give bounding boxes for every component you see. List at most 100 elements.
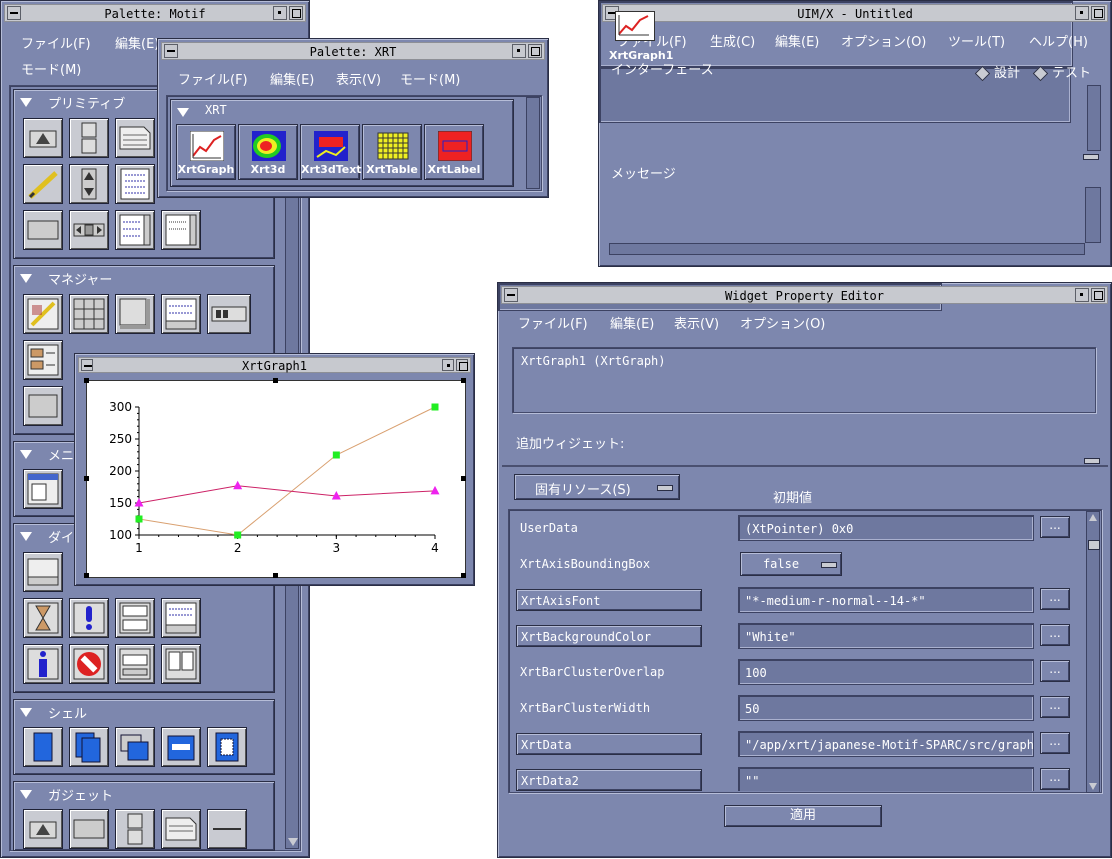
- dialog-shell-icon[interactable]: [161, 727, 201, 767]
- property-ellipsis-button[interactable]: ...: [1040, 660, 1070, 682]
- cascade-button-gadget-icon[interactable]: [161, 809, 201, 849]
- list-widget-icon[interactable]: [115, 164, 155, 204]
- selection-handle[interactable]: [273, 378, 278, 383]
- property-value-input[interactable]: "/app/xrt/japanese-Motif-SPARC/src/graph…: [738, 731, 1034, 757]
- prompt-dialog-icon[interactable]: [161, 598, 201, 638]
- property-value-input[interactable]: "*-medium-r-normal--14-*": [738, 587, 1034, 613]
- selection-dialog-icon[interactable]: [115, 598, 155, 638]
- frame-widget-icon[interactable]: [23, 386, 63, 426]
- mode-test-radio[interactable]: テスト: [1032, 62, 1091, 82]
- scrolled-list-icon[interactable]: [161, 210, 201, 250]
- property-option-menu[interactable]: false: [740, 552, 842, 576]
- push-button-icon[interactable]: [23, 210, 63, 250]
- menu-file[interactable]: ファイル(F): [518, 313, 588, 332]
- maximize-button[interactable]: [1091, 6, 1105, 20]
- property-name[interactable]: XrtAxisFont: [516, 589, 702, 611]
- application-shell-icon[interactable]: [23, 727, 63, 767]
- menu-options[interactable]: オプション(O): [841, 31, 926, 50]
- expand-triangle-icon[interactable]: [20, 450, 32, 459]
- maximize-button[interactable]: [289, 6, 303, 20]
- working-dialog-icon[interactable]: [23, 598, 63, 638]
- warning-dialog-icon[interactable]: [69, 598, 109, 638]
- xrt-label-button[interactable]: XrtLabel: [424, 124, 484, 180]
- graph-titlebar[interactable]: XrtGraph1: [78, 357, 471, 373]
- menu-edit[interactable]: 編集(E): [775, 31, 819, 50]
- question-dialog-icon[interactable]: [115, 644, 155, 684]
- xrt-graph-button[interactable]: XrtGraph: [176, 124, 236, 180]
- property-value-input[interactable]: 50: [738, 695, 1034, 721]
- property-value-input[interactable]: (XtPointer) 0x0: [738, 515, 1034, 541]
- message-dialog-icon[interactable]: [23, 552, 63, 592]
- menu-view[interactable]: 表示(V): [674, 313, 719, 332]
- palette-xrt-titlebar[interactable]: Palette: XRT: [161, 42, 545, 60]
- window-menu-button[interactable]: [7, 6, 21, 20]
- file-selection-dialog-icon[interactable]: [161, 644, 201, 684]
- minimize-button[interactable]: [273, 6, 287, 20]
- menu-help[interactable]: ヘルプ(H): [1029, 31, 1088, 50]
- window-menu-button[interactable]: [164, 44, 178, 58]
- selection-handle[interactable]: [273, 573, 278, 578]
- palette-motif-titlebar[interactable]: Palette: Motif: [4, 4, 306, 22]
- override-shell-icon[interactable]: [207, 727, 247, 767]
- message-vscrollbar[interactable]: [1085, 187, 1101, 243]
- property-ellipsis-button[interactable]: ...: [1040, 768, 1070, 790]
- error-dialog-icon[interactable]: [69, 644, 109, 684]
- minimize-button[interactable]: [442, 359, 454, 371]
- xrt-table-button[interactable]: XrtTable: [362, 124, 422, 180]
- graph-canvas[interactable]: 100 150 200 250 300 1 2 3 4: [86, 380, 466, 578]
- interface-scrollbar[interactable]: [1087, 85, 1101, 151]
- apply-button[interactable]: 適用: [724, 805, 882, 827]
- property-ellipsis-button[interactable]: ...: [1040, 588, 1070, 610]
- menu-options[interactable]: オプション(O): [740, 313, 825, 332]
- expand-triangle-icon[interactable]: [20, 274, 32, 283]
- palette-xrt-scrollbar[interactable]: [526, 97, 540, 189]
- label-widget-icon[interactable]: [23, 118, 63, 158]
- label-gadget-icon[interactable]: [23, 809, 63, 849]
- maximize-button[interactable]: [456, 359, 468, 371]
- uimx-titlebar[interactable]: UIM/X - Untitled: [602, 4, 1108, 22]
- selection-handle[interactable]: [461, 476, 466, 481]
- information-dialog-icon[interactable]: [23, 644, 63, 684]
- expand-triangle-icon[interactable]: [177, 108, 189, 117]
- scrolled-window-icon[interactable]: [161, 294, 201, 334]
- xrtgraph1-item-icon[interactable]: [615, 11, 655, 41]
- minimize-button[interactable]: [1075, 288, 1089, 302]
- selection-handle[interactable]: [84, 378, 89, 383]
- selection-handle[interactable]: [461, 378, 466, 383]
- menu-bar-icon[interactable]: [23, 469, 63, 509]
- menu-tools[interactable]: ツール(T): [948, 31, 1005, 50]
- property-ellipsis-button[interactable]: ...: [1040, 732, 1070, 754]
- property-value-input[interactable]: "": [738, 767, 1034, 791]
- mode-design-radio[interactable]: 設計: [974, 62, 1020, 82]
- selection-handle[interactable]: [461, 573, 466, 578]
- xrt-3d-button[interactable]: Xrt3d: [238, 124, 298, 180]
- property-name[interactable]: XrtData: [516, 733, 702, 755]
- drawing-area-icon[interactable]: [23, 164, 63, 204]
- command-widget-icon[interactable]: [207, 294, 251, 334]
- separator-gadget-icon[interactable]: [207, 809, 247, 849]
- selection-handle[interactable]: [84, 573, 89, 578]
- pane-sash[interactable]: [1084, 458, 1100, 464]
- row-column-icon[interactable]: [69, 294, 109, 334]
- xrt-3dtext-button[interactable]: Xrt3dText: [300, 124, 362, 180]
- property-value-input[interactable]: "White": [738, 623, 1034, 649]
- toggle-button-gadget-icon[interactable]: [115, 809, 155, 849]
- push-button-gadget-icon[interactable]: [69, 809, 109, 849]
- selection-handle[interactable]: [84, 476, 89, 481]
- menu-edit[interactable]: 編集(E): [610, 313, 654, 332]
- transient-shell-icon[interactable]: [115, 727, 155, 767]
- properties-scrollbar[interactable]: [1086, 511, 1100, 793]
- text-widget-icon[interactable]: [115, 118, 155, 158]
- minimize-button[interactable]: [512, 44, 526, 58]
- expand-triangle-icon[interactable]: [20, 708, 32, 717]
- property-value-input[interactable]: 100: [738, 659, 1034, 685]
- menu-mode[interactable]: モード(M): [400, 69, 460, 88]
- expand-triangle-icon[interactable]: [20, 790, 32, 799]
- maximize-button[interactable]: [1091, 288, 1105, 302]
- minimize-button[interactable]: [1075, 6, 1089, 20]
- arrow-button-icon[interactable]: [69, 164, 109, 204]
- expand-triangle-icon[interactable]: [20, 532, 32, 541]
- property-ellipsis-button[interactable]: ...: [1040, 624, 1070, 646]
- property-name[interactable]: XrtBackgroundColor: [516, 625, 702, 647]
- scale-widget-icon[interactable]: [69, 210, 109, 250]
